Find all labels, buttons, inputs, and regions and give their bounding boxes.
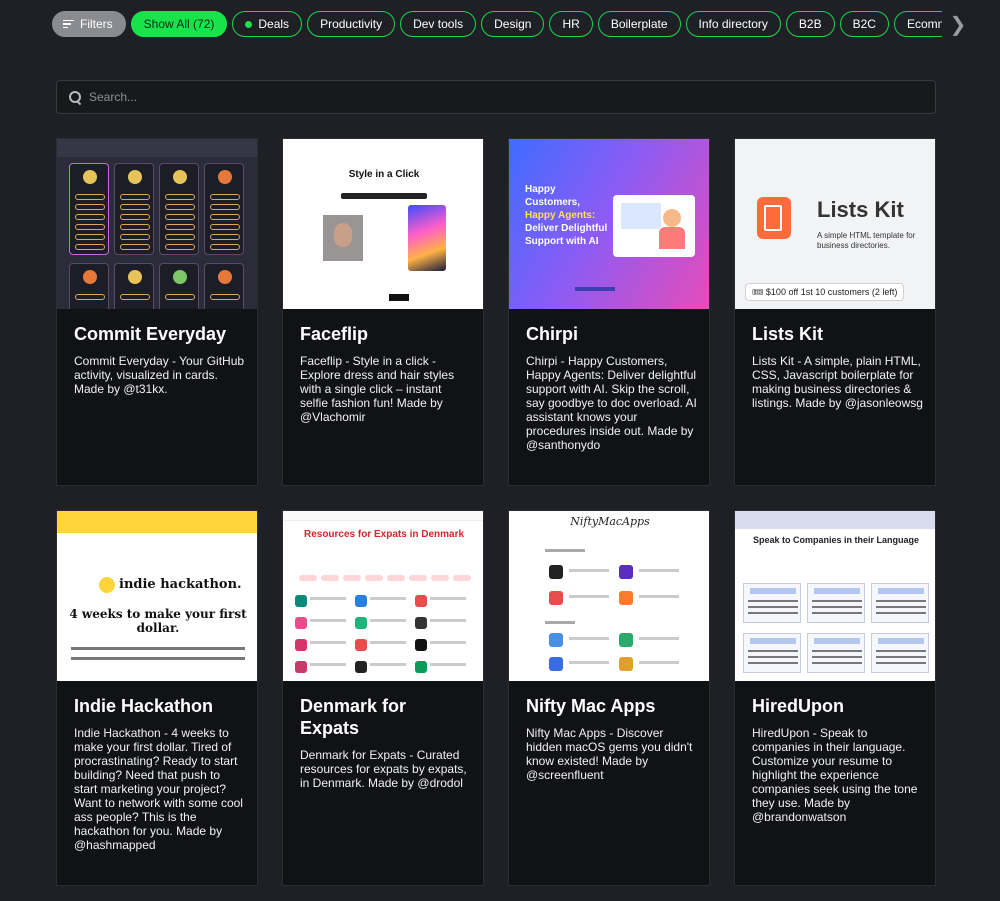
scroll-right-chevron-icon[interactable]: ❯ (945, 12, 971, 36)
search-input[interactable] (89, 90, 909, 104)
thumb-name: Lists Kit (817, 197, 904, 222)
category-pill-productivity[interactable]: Productivity (307, 11, 396, 37)
card-title: Indie Hackathon (74, 696, 214, 716)
card-hiredupon[interactable]: Speak to Companies in their Language Hir… (734, 510, 936, 886)
card-description: Lists Kit - A simple, plain HTML, CSS, J… (752, 354, 923, 410)
thumb-line: Support with AI (525, 236, 599, 247)
card-title: Nifty Mac Apps (526, 696, 656, 716)
thumb-heading: Style in a Click (348, 169, 420, 180)
category-label: HR (562, 17, 580, 31)
card-description: Indie Hackathon - 4 weeks to make your f… (74, 726, 243, 852)
category-pill-boilerplate[interactable]: Boilerplate (597, 11, 681, 37)
category-pill-dev-tools[interactable]: Dev tools (400, 11, 477, 37)
category-label: Productivity (320, 17, 383, 31)
card-description: Faceflip - Style in a click - Explore dr… (300, 354, 455, 424)
category-pill-hr[interactable]: HR (549, 11, 593, 37)
card-denmark-for-expats[interactable]: Resources for Expats in Denmark Denmark … (282, 510, 484, 886)
filters-label: Filters (80, 17, 113, 31)
card-title: Chirpi (526, 324, 578, 344)
card-thumbnail: Lists Kit A simple HTML template for bus… (735, 139, 935, 309)
card-lists-kit[interactable]: Lists Kit A simple HTML template for bus… (734, 138, 936, 486)
styled-image (408, 205, 446, 271)
card-title: Lists Kit (752, 324, 824, 344)
show-all-label: Show All (72) (143, 17, 215, 31)
card-title: Denmark for Expats (300, 696, 407, 738)
card-nifty-mac-apps[interactable]: NiftyMacApps Nifty Mac Apps Nifty Mac Ap… (508, 510, 710, 886)
card-thumbnail: Resources for Expats in Denmark (283, 511, 483, 681)
category-label: Design (494, 17, 532, 31)
category-pill-design[interactable]: Design (481, 11, 545, 37)
category-label: Boilerplate (610, 17, 668, 31)
category-pill-deals[interactable]: Deals (232, 11, 303, 37)
search-box (56, 80, 936, 114)
filter-bar: Filters Show All (72) Deals Productivity… (52, 10, 982, 38)
card-indie-hackathon[interactable]: indie hackathon. 4 weeks to make your fi… (56, 510, 258, 886)
indie-hackathon-logo-icon (99, 577, 115, 593)
selfie-image (323, 215, 363, 261)
search-icon (69, 90, 82, 104)
thumb-line: Deliver Delightful (525, 223, 608, 234)
card-thumbnail: Happy Customers, Happy Agents: Deliver D… (509, 139, 709, 309)
card-commit-everyday[interactable]: Commit Everyday Commit Everyday - Your G… (56, 138, 258, 486)
deals-dot-icon (245, 20, 253, 28)
card-thumbnail: Speak to Companies in their Language (735, 511, 935, 681)
card-title: Faceflip (300, 324, 369, 344)
filter-pill-list: Filters Show All (72) Deals Productivity… (52, 10, 942, 38)
category-pill-info-directory[interactable]: Info directory (685, 11, 781, 37)
category-pill-ecommerce[interactable]: Ecommerce (893, 11, 942, 37)
lists-kit-logo-icon (757, 197, 791, 239)
card-thumbnail: Style in a Click (283, 139, 483, 309)
card-description: Nifty Mac Apps - Discover hidden macOS g… (526, 726, 693, 782)
category-pill-b2b[interactable]: B2B (785, 11, 835, 37)
card-thumbnail: NiftyMacApps (509, 511, 709, 681)
category-pill-b2c[interactable]: B2C (839, 11, 889, 37)
thumb-heading: 4 weeks to make your first dollar. (69, 607, 247, 635)
card-description: Chirpi - Happy Customers, Happy Agents: … (526, 354, 697, 452)
thumb-heading: Speak to Companies in their Language (752, 535, 920, 545)
support-agent-illustration (613, 195, 695, 257)
card-title: Commit Everyday (74, 324, 227, 344)
card-chirpi[interactable]: Happy Customers, Happy Agents: Deliver D… (508, 138, 710, 486)
card-thumbnail (57, 139, 257, 309)
filter-icon (63, 19, 74, 29)
category-label: Info directory (698, 17, 768, 31)
filters-button[interactable]: Filters (52, 11, 126, 37)
thumb-line: Happy Agents: (525, 210, 596, 221)
card-description: HiredUpon - Speak to companies in their … (752, 726, 918, 824)
card-title: HiredUpon (752, 696, 844, 716)
thumb-logo-text: indie hackathon. (119, 577, 242, 592)
category-label: Deals (258, 17, 290, 31)
card-description: Denmark for Expats - Curated resources f… (300, 748, 467, 790)
category-label: Dev tools (413, 17, 464, 31)
card-description: Commit Everyday - Your GitHub activity, … (74, 354, 245, 396)
thumb-line: Customers, (525, 197, 581, 208)
category-label: B2B (798, 17, 822, 31)
show-all-pill[interactable]: Show All (72) (130, 11, 228, 37)
thumb-headline: Happy Customers, Happy Agents: Deliver D… (525, 183, 607, 248)
thumb-heading: NiftyMacApps (570, 515, 650, 528)
thumb-line: Happy (525, 184, 556, 195)
category-label: B2C (852, 17, 876, 31)
thumb-subtitle: A simple HTML template for business dire… (817, 231, 916, 250)
thumb-promo: 🎟 $100 off 1st 10 customers (2 left) (745, 283, 905, 301)
thumb-heading: Resources for Expats in Denmark (303, 529, 465, 540)
card-faceflip[interactable]: Style in a Click Faceflip Faceflip - Sty… (282, 138, 484, 486)
card-thumbnail: indie hackathon. 4 weeks to make your fi… (57, 511, 257, 681)
category-label: Ecommerce (906, 17, 942, 31)
